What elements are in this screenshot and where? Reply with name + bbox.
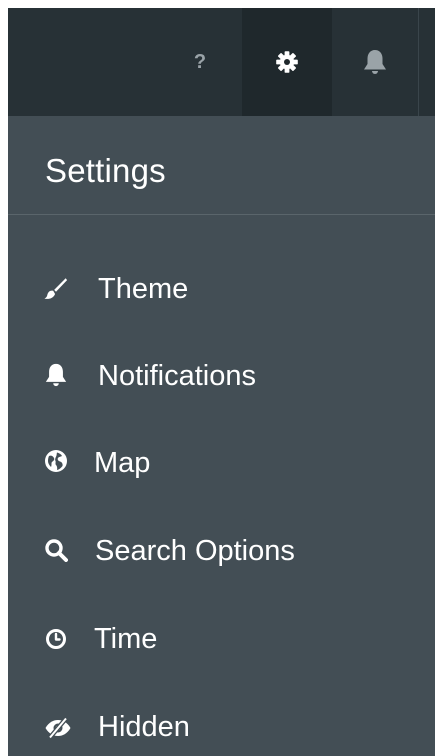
globe-icon	[44, 449, 68, 473]
menu-item-label: Notifications	[98, 360, 256, 392]
search-icon	[44, 538, 68, 562]
gear-icon	[276, 51, 298, 73]
page-title: Settings	[45, 152, 166, 189]
bell-icon	[44, 363, 68, 387]
menu-item-label: Time	[94, 623, 158, 655]
menu-item-search-options[interactable]: Search Options	[8, 510, 435, 594]
menu-item-theme[interactable]: Theme	[8, 246, 435, 330]
eye-slash-icon	[44, 716, 72, 740]
menu-item-time[interactable]: Time	[8, 598, 435, 682]
top-toolbar: ?	[8, 8, 435, 116]
bell-icon	[364, 50, 386, 74]
help-button[interactable]: ?	[158, 8, 242, 116]
menu-item-label: Theme	[98, 273, 189, 305]
settings-button[interactable]	[242, 8, 332, 116]
toolbar-divider	[418, 8, 419, 116]
settings-header: Settings	[8, 116, 435, 215]
menu-item-label: Search Options	[95, 535, 295, 567]
menu-item-hidden[interactable]: Hidden	[8, 686, 435, 756]
clock-icon	[44, 627, 68, 651]
notifications-button[interactable]	[332, 8, 418, 116]
menu-item-label: Map	[94, 447, 151, 479]
settings-panel: ? Settings Theme Notifications Map Searc…	[8, 8, 435, 756]
paintbrush-icon	[44, 276, 68, 300]
help-icon: ?	[193, 50, 207, 73]
menu-item-label: Hidden	[98, 711, 190, 743]
menu-item-notifications[interactable]: Notifications	[8, 334, 435, 418]
menu-item-map[interactable]: Map	[8, 422, 435, 506]
